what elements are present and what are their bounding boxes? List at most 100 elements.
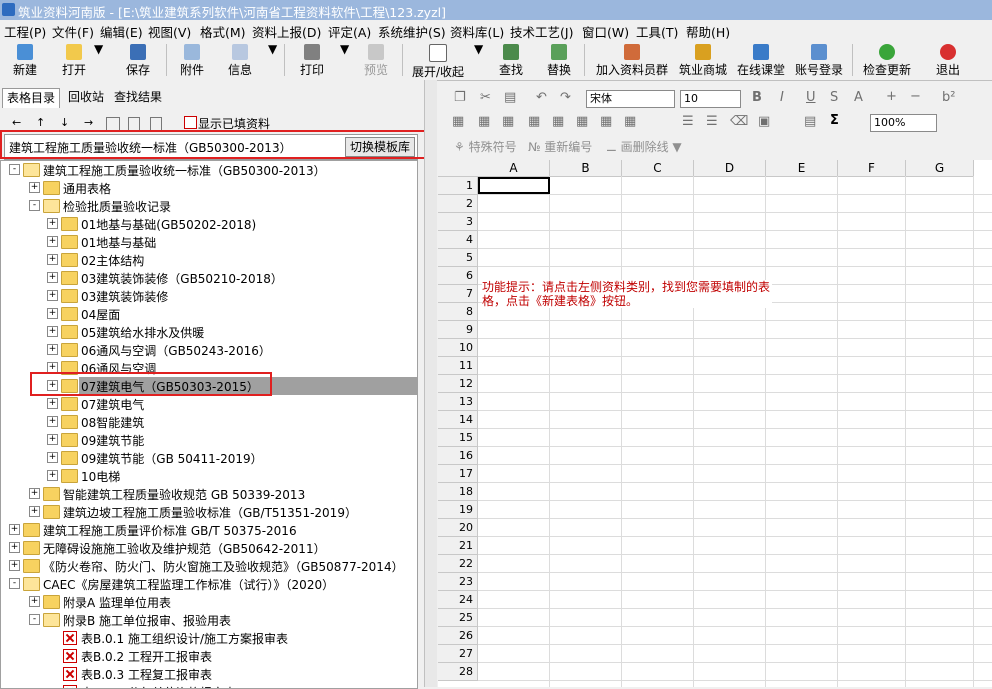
check-update-button[interactable]: 检查更新 <box>860 42 914 78</box>
tab-search-results[interactable]: 查找结果 <box>110 88 166 107</box>
row-header[interactable]: 19 <box>438 501 478 519</box>
expand-icon[interactable]: + <box>9 560 20 571</box>
menu-item[interactable]: 编辑(E) <box>100 22 143 41</box>
undo-icon[interactable]: ↶ <box>536 90 547 105</box>
corner-cell[interactable] <box>438 160 479 177</box>
fill-icon[interactable]: ▦ <box>576 114 588 129</box>
row-header[interactable]: 15 <box>438 429 478 447</box>
tree-item[interactable]: + 《防火卷帘、防火门、防火窗施工及验收规范》（GB50877-2014） <box>1 557 417 575</box>
tree-item[interactable]: +03建筑装饰装修 <box>1 287 417 305</box>
active-cell[interactable] <box>478 177 550 194</box>
italic-icon[interactable]: I <box>780 90 784 105</box>
lock-icon[interactable]: ▦ <box>600 114 612 129</box>
expand-icon[interactable]: + <box>47 398 58 409</box>
column-header[interactable]: G <box>906 160 974 177</box>
expand-icon[interactable]: + <box>29 488 40 499</box>
paste-icon[interactable]: ▤ <box>504 90 516 105</box>
tree-item[interactable]: + 智能建筑工程质量验收规范 GB 50339-2013 <box>1 485 417 503</box>
column-header[interactable]: A <box>478 160 550 177</box>
menu-item[interactable]: 技术工艺(J) <box>510 22 573 41</box>
expand-icon[interactable]: + <box>47 470 58 481</box>
expand-icon[interactable]: + <box>29 596 40 607</box>
paste-icon[interactable] <box>150 117 162 131</box>
tree-item[interactable]: 表B.0.4 分包单位资格报审表 <box>1 683 417 688</box>
tree-item[interactable]: 表B.0.1 施工组织设计/施工方案报审表 <box>1 629 417 647</box>
row-header[interactable]: 20 <box>438 519 478 537</box>
row-header[interactable]: 3 <box>438 213 478 231</box>
border-icon[interactable]: ▦ <box>552 114 564 129</box>
collapse-icon[interactable]: - <box>9 578 20 589</box>
preview-button[interactable]: 预览 <box>358 42 394 78</box>
expand-icon[interactable]: + <box>47 326 58 337</box>
row-header[interactable]: 24 <box>438 591 478 609</box>
collapse-icon[interactable]: - <box>29 614 40 625</box>
tree-item[interactable]: - 附录B 施工单位报审、报验用表 <box>1 611 417 629</box>
column-header[interactable]: F <box>838 160 906 177</box>
exit-button[interactable]: 退出 <box>928 42 968 78</box>
arrow-right-icon[interactable]: → <box>84 116 93 129</box>
row-header[interactable]: 28 <box>438 663 478 681</box>
tree-item[interactable]: +10电梯 <box>1 467 417 485</box>
expand-icon[interactable]: + <box>47 254 58 265</box>
tree-item[interactable]: +06通风与空调（GB50243-2016） <box>1 341 417 359</box>
info-dropdown-icon[interactable]: ▼ <box>268 42 277 78</box>
row-header[interactable]: 27 <box>438 645 478 663</box>
expand-icon[interactable]: + <box>47 272 58 283</box>
tree-item[interactable]: +04屋面 <box>1 305 417 323</box>
cut-icon[interactable]: ✂ <box>480 90 491 105</box>
new-button[interactable]: 新建 <box>6 42 44 78</box>
expand-icon[interactable]: + <box>47 236 58 247</box>
grid-icon[interactable] <box>106 117 120 131</box>
plus-icon[interactable]: + <box>886 89 897 104</box>
replace-button[interactable]: 替换 <box>542 42 576 78</box>
row-header[interactable]: 1 <box>438 177 478 195</box>
expand-icon[interactable]: + <box>9 524 20 535</box>
row-header[interactable]: 8 <box>438 303 478 321</box>
expand-icon[interactable]: + <box>47 452 58 463</box>
tree-item[interactable]: + 附录A 监理单位用表 <box>1 593 417 611</box>
expand-icon[interactable]: + <box>47 308 58 319</box>
tree-item[interactable]: - CAEC《房屋建筑工程监理工作标准（试行）》（2020） <box>1 575 417 593</box>
arrow-left-icon[interactable]: ← <box>12 116 21 129</box>
tree-item[interactable]: +02主体结构 <box>1 251 417 269</box>
menu-item[interactable]: 资料库(L) <box>450 22 504 41</box>
align-icon[interactable]: ▦ <box>452 114 464 129</box>
expand-icon[interactable]: + <box>29 182 40 193</box>
expand-icon[interactable]: + <box>9 542 20 553</box>
table-icon[interactable]: ▦ <box>502 114 514 129</box>
collapse-icon[interactable]: - <box>9 164 20 175</box>
copy-icon[interactable] <box>128 117 140 131</box>
expand-icon[interactable]: + <box>47 416 58 427</box>
tree-item[interactable]: - 建筑工程施工质量验收统一标准（GB50300-2013） <box>1 161 417 179</box>
delete-line-button[interactable]: ⚊ 画删除线 ▼ <box>606 138 682 155</box>
info-button[interactable]: 信息 <box>222 42 258 78</box>
row-header[interactable]: 12 <box>438 375 478 393</box>
row-header[interactable]: 11 <box>438 357 478 375</box>
join-group-button[interactable]: 加入资料员群 <box>592 42 672 78</box>
tree-item[interactable]: +09建筑节能（GB 50411-2019） <box>1 449 417 467</box>
column-header[interactable]: E <box>766 160 838 177</box>
zoom-select[interactable]: 100% <box>870 114 937 132</box>
menu-item[interactable]: 工具(T) <box>636 22 678 41</box>
tree-item[interactable]: - 检验批质量验收记录 <box>1 197 417 215</box>
table-settings-icon[interactable]: ▤ <box>804 114 816 129</box>
strikethrough-icon[interactable]: S <box>830 90 838 105</box>
row-header[interactable]: 14 <box>438 411 478 429</box>
row-header[interactable]: 16 <box>438 447 478 465</box>
tree-item[interactable]: + 建筑工程施工质量评价标准 GB/T 50375-2016 <box>1 521 417 539</box>
tree-item[interactable]: +07建筑电气 <box>1 395 417 413</box>
row-header[interactable]: 23 <box>438 573 478 591</box>
arrow-down-icon[interactable]: ↓ <box>60 116 69 129</box>
minus-icon[interactable]: − <box>910 89 921 104</box>
tab-table-directory[interactable]: 表格目录 <box>2 88 61 108</box>
expand-icon[interactable]: + <box>29 506 40 517</box>
open-dropdown-icon[interactable]: ▼ <box>94 42 103 78</box>
expand-icon[interactable]: + <box>47 344 58 355</box>
tree-item[interactable]: + 无障碍设施施工验收及维护规范（GB50642-2011） <box>1 539 417 557</box>
expand-icon[interactable]: + <box>47 218 58 229</box>
expand-icon[interactable]: + <box>47 290 58 301</box>
underline-icon[interactable]: U <box>806 90 816 105</box>
row-header[interactable]: 17 <box>438 465 478 483</box>
classroom-button[interactable]: 在线课堂 <box>734 42 788 78</box>
find-button[interactable]: 查找 <box>494 42 528 78</box>
